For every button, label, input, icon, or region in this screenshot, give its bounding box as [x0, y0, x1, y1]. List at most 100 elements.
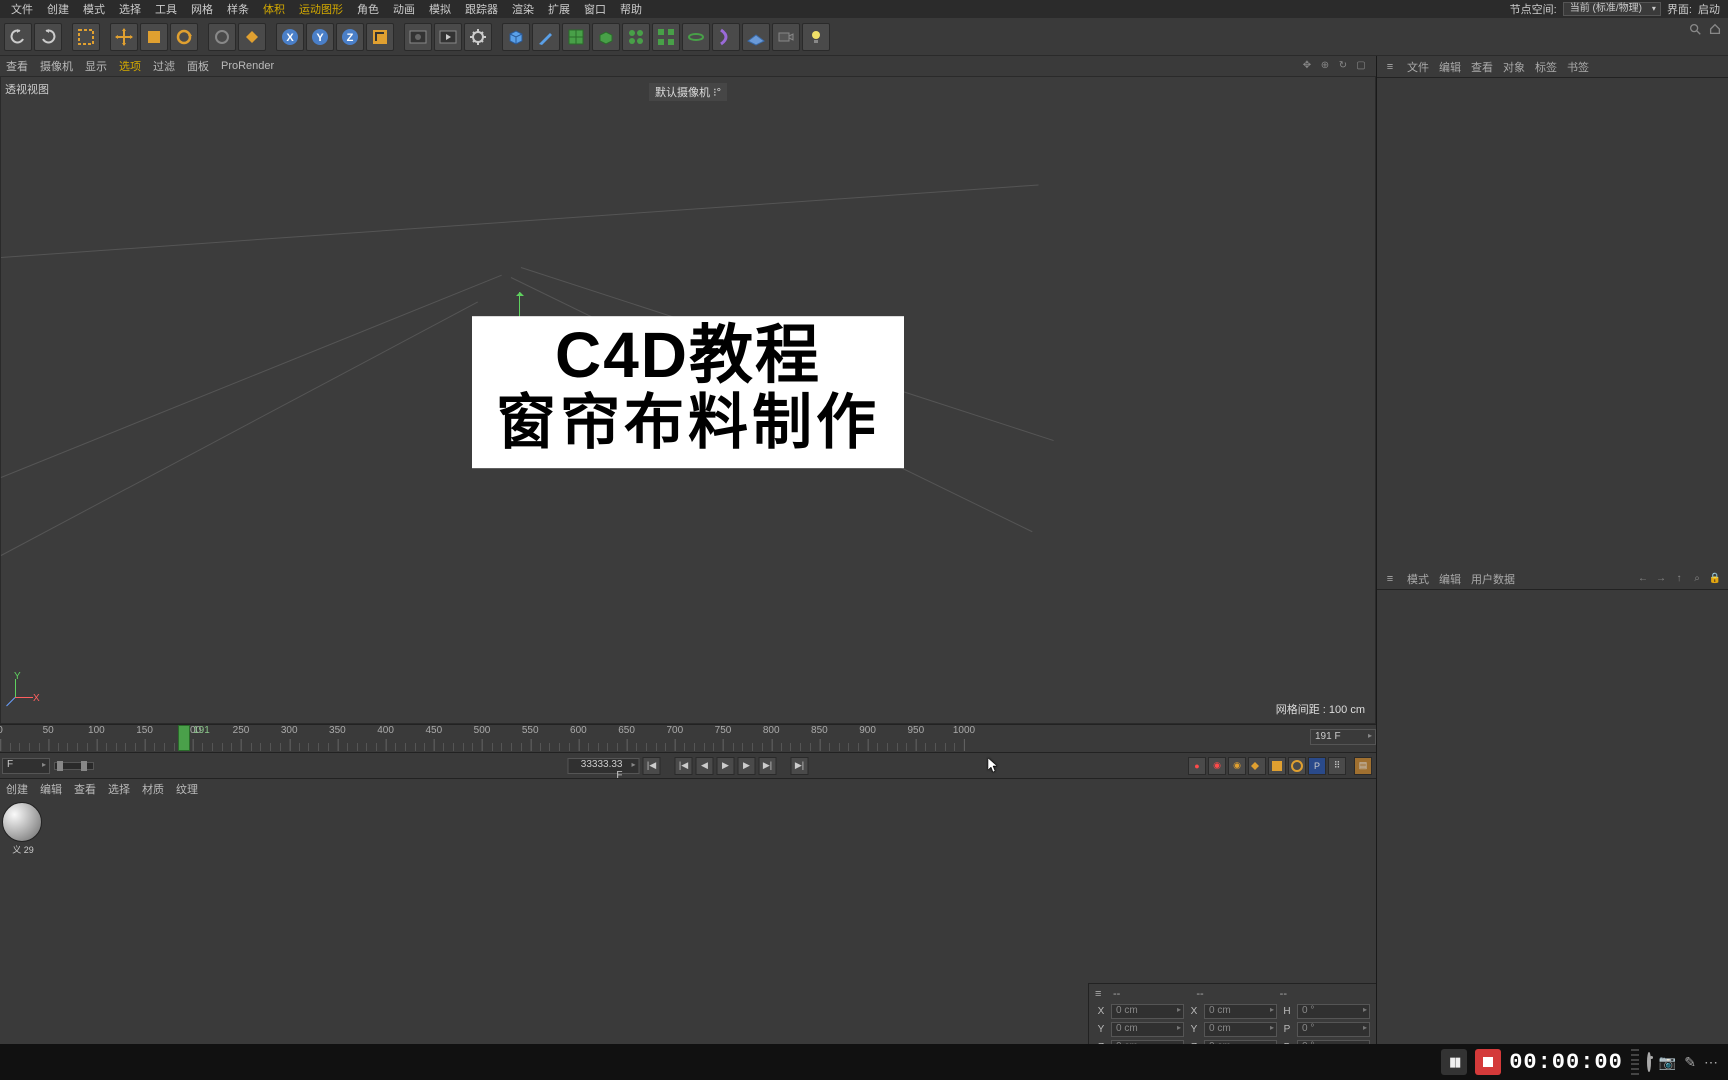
- rot-h-field[interactable]: 0 °: [1297, 1004, 1370, 1019]
- menu-渲染[interactable]: 渲染: [505, 1, 541, 17]
- frame-rate-field[interactable]: 33333.33 F: [568, 758, 640, 774]
- goto-start-button[interactable]: |◀: [643, 757, 661, 775]
- pos-x-field[interactable]: 0 cm: [1111, 1004, 1184, 1019]
- obj-menu-书签[interactable]: 书签: [1567, 59, 1589, 75]
- menu-选择[interactable]: 选择: [112, 1, 148, 17]
- play-button[interactable]: ▶: [717, 757, 735, 775]
- obj-menu-标签[interactable]: 标签: [1535, 59, 1557, 75]
- goto-end-button[interactable]: ▶|: [791, 757, 809, 775]
- light-button[interactable]: [802, 23, 830, 51]
- attr-menu-编辑[interactable]: 编辑: [1439, 571, 1461, 587]
- autokey-button[interactable]: ◉: [1208, 757, 1226, 775]
- vp-orbit-icon[interactable]: ↻: [1336, 58, 1350, 72]
- menu-模式[interactable]: 模式: [76, 1, 112, 17]
- menu-网格[interactable]: 网格: [184, 1, 220, 17]
- move-button[interactable]: [110, 23, 138, 51]
- cloner-button[interactable]: [652, 23, 680, 51]
- x-axis-button[interactable]: X: [276, 23, 304, 51]
- start-frame-field[interactable]: F: [2, 758, 50, 774]
- last-tool-button[interactable]: [238, 23, 266, 51]
- screenshot-icon[interactable]: 📷: [1659, 1054, 1676, 1071]
- lock-icon[interactable]: 🔒: [1708, 572, 1722, 586]
- rotate-button[interactable]: [170, 23, 198, 51]
- vp-menu-ProRender[interactable]: ProRender: [221, 60, 274, 72]
- node-space-dropdown[interactable]: 当前 (标准/物理): [1563, 2, 1661, 16]
- render-view-button[interactable]: [404, 23, 432, 51]
- point-level-button[interactable]: ⠿: [1328, 757, 1346, 775]
- size-x-field[interactable]: 0 cm: [1204, 1004, 1277, 1019]
- undo-button[interactable]: [4, 23, 32, 51]
- attribute-area[interactable]: [1377, 590, 1728, 1080]
- mat-menu-编辑[interactable]: 编辑: [40, 781, 62, 797]
- rot-p-field[interactable]: 0 °: [1297, 1022, 1370, 1037]
- viewport-camera-label[interactable]: 默认摄像机 ⁝°: [649, 83, 727, 101]
- vp-menu-面板[interactable]: 面板: [187, 58, 209, 74]
- nav-back-icon[interactable]: ←: [1636, 572, 1650, 586]
- menu-icon[interactable]: ≡: [1383, 573, 1397, 585]
- field-button[interactable]: [682, 23, 710, 51]
- attr-menu-用户数据[interactable]: 用户数据: [1471, 571, 1515, 587]
- menu-创建[interactable]: 创建: [40, 1, 76, 17]
- object-tree[interactable]: [1377, 78, 1728, 568]
- menu-运动图形[interactable]: 运动图形: [292, 1, 350, 17]
- mat-menu-创建[interactable]: 创建: [6, 781, 28, 797]
- search-icon[interactable]: ⌕: [1690, 572, 1704, 586]
- menu-icon[interactable]: ≡: [1095, 989, 1107, 999]
- scale-button[interactable]: [140, 23, 168, 51]
- obj-menu-编辑[interactable]: 编辑: [1439, 59, 1461, 75]
- menu-体积[interactable]: 体积: [256, 1, 292, 17]
- webcam-icon[interactable]: [1647, 1054, 1651, 1070]
- prev-frame-button[interactable]: ◀: [696, 757, 714, 775]
- camera-button[interactable]: [772, 23, 800, 51]
- timeline-playhead[interactable]: 191: [178, 725, 190, 751]
- coord-sys-button[interactable]: [366, 23, 394, 51]
- keyframe-sel-button[interactable]: ◉: [1228, 757, 1246, 775]
- redo-button[interactable]: [34, 23, 62, 51]
- menu-动画[interactable]: 动画: [386, 1, 422, 17]
- size-y-field[interactable]: 0 cm: [1204, 1022, 1277, 1037]
- menu-工具[interactable]: 工具: [148, 1, 184, 17]
- pen-button[interactable]: [532, 23, 560, 51]
- render-settings-button[interactable]: [464, 23, 492, 51]
- obj-menu-查看[interactable]: 查看: [1471, 59, 1493, 75]
- pos-y-field[interactable]: 0 cm: [1111, 1022, 1184, 1037]
- prev-key-button[interactable]: |◀: [675, 757, 693, 775]
- menu-icon[interactable]: ≡: [1383, 61, 1397, 73]
- cube-button[interactable]: [502, 23, 530, 51]
- menu-样条[interactable]: 样条: [220, 1, 256, 17]
- vp-menu-过滤[interactable]: 过滤: [153, 58, 175, 74]
- record-key-button[interactable]: ●: [1188, 757, 1206, 775]
- menu-文件[interactable]: 文件: [4, 1, 40, 17]
- vp-zoom-icon[interactable]: ⊕: [1318, 58, 1332, 72]
- frame-select-button[interactable]: [72, 23, 100, 51]
- live-select-button[interactable]: [208, 23, 236, 51]
- vp-menu-选项[interactable]: 选项: [119, 58, 141, 74]
- vp-menu-显示[interactable]: 显示: [85, 58, 107, 74]
- timeline[interactable]: 0501001502002503003504004505005506006507…: [0, 724, 1376, 752]
- menu-跟踪器[interactable]: 跟踪器: [458, 1, 505, 17]
- range-slider[interactable]: [54, 762, 94, 770]
- search-icon[interactable]: [1688, 22, 1702, 39]
- stop-button[interactable]: [1475, 1049, 1501, 1075]
- vp-menu-摄像机[interactable]: 摄像机: [40, 58, 73, 74]
- y-axis-button[interactable]: Y: [306, 23, 334, 51]
- pause-button[interactable]: ▮▮: [1441, 1049, 1467, 1075]
- rot-key-button[interactable]: [1288, 757, 1306, 775]
- home-icon[interactable]: [1708, 22, 1722, 39]
- mat-menu-选择[interactable]: 选择: [108, 781, 130, 797]
- obj-menu-对象[interactable]: 对象: [1503, 59, 1525, 75]
- mat-menu-材质[interactable]: 材质: [142, 781, 164, 797]
- menu-角色[interactable]: 角色: [350, 1, 386, 17]
- perspective-viewport[interactable]: 透视视图 默认摄像机 ⁝° 网格间距 : 100 cm YX C4D教程 窗帘布…: [0, 76, 1376, 724]
- attr-menu-模式[interactable]: 模式: [1407, 571, 1429, 587]
- material-thumb[interactable]: 义 29: [2, 802, 44, 856]
- timeline-options-button[interactable]: ▤: [1354, 757, 1372, 775]
- mat-menu-查看[interactable]: 查看: [74, 781, 96, 797]
- render-pv-button[interactable]: [434, 23, 462, 51]
- menu-帮助[interactable]: 帮助: [613, 1, 649, 17]
- floor-button[interactable]: [742, 23, 770, 51]
- param-key-button[interactable]: P: [1308, 757, 1326, 775]
- interface-value[interactable]: 启动: [1698, 1, 1720, 17]
- bend-button[interactable]: [712, 23, 740, 51]
- nav-fwd-icon[interactable]: →: [1654, 572, 1668, 586]
